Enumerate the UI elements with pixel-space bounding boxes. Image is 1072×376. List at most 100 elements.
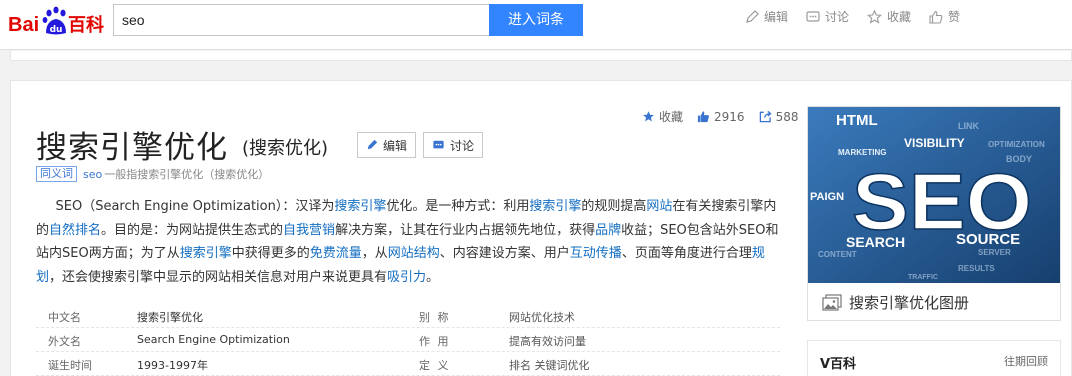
search-input[interactable] [113,4,490,36]
share-icon [759,110,772,123]
svg-text:TRAFFIC: TRAFFIC [908,274,938,281]
summary-text: 。目的是：为网站提供生态式的 [101,222,284,238]
summary-link[interactable]: 搜索引擎 [529,199,581,214]
info-value: 提高有效访问量 [509,335,586,348]
summary-text: 优化。是一种方式：利用 [386,199,530,214]
summary-text: 解决方案，让其在行业内占据领先地位，获得 [335,222,596,238]
info-row: 诞生时间 1993-1997年 定 义 排名 关键词优化 [36,352,780,376]
summary-text: SEO（Search Engine Optimization）：汉译为 [55,199,335,214]
summary-text: ，还会使搜索引擎中显示的网站相关信息对用户来说更具有 [49,269,388,285]
info-key: 诞生时间 [48,359,92,372]
summary-text: 中获得更多的 [231,246,310,261]
navigation-strip [10,51,1072,61]
summary-link[interactable]: 互动传播 [570,246,622,261]
share-stat[interactable]: 588 [759,108,799,125]
favorite-stat[interactable]: 收藏 [642,108,683,125]
summary-link[interactable]: 吸引力 [387,270,426,285]
thumb-up-filled-icon [697,111,709,123]
info-key: 作 用 [419,335,451,348]
discuss-button-label: 讨论 [450,138,475,153]
thumb-up-icon [929,10,943,24]
synonym-text: 一般指搜索引擎优化（搜索优化） [104,168,270,181]
top-actions: 编辑 讨论 收藏 赞 [745,8,978,25]
favorite-stat-label: 收藏 [659,110,684,124]
info-key: 中文名 [48,311,81,324]
edit-button[interactable]: 编辑 [357,132,417,158]
discuss-icon [806,10,820,22]
summary-link[interactable]: 网站 [646,199,672,214]
edit-button-label: 编辑 [383,138,408,153]
pencil-icon [746,9,759,23]
summary-body: SEO（Search Engine Optimization）：汉译为搜索引擎优… [36,199,779,285]
svg-text:du: du [50,25,63,35]
svg-text:OPTIMIZATION: OPTIMIZATION [988,140,1045,149]
synonym-badge: 同义词 [36,166,77,182]
summary-link[interactable]: 搜索引擎 [180,246,232,261]
album-caption[interactable]: 搜索引擎优化图册 [822,292,969,313]
info-key: 定 义 [419,359,451,372]
past-review-link[interactable]: 往期回顾 [1004,353,1048,369]
enter-entry-button[interactable]: 进入词条 [489,4,583,36]
top-bar: Bai du 百科 进入词条 编辑 讨论 收藏 赞 [0,0,1072,50]
svg-text:RESULTS: RESULTS [958,264,995,273]
svg-text:LINK: LINK [958,121,979,131]
share-count: 588 [775,109,799,124]
top-edit-action[interactable]: 编辑 [745,8,788,25]
paw-icon: du [42,6,66,35]
like-count: 2916 [714,109,745,124]
summary-link[interactable]: 免费流量 [310,246,362,261]
synonym-link[interactable]: seo [83,168,102,181]
svg-text:CONTENT: CONTENT [818,250,857,259]
entry-stats: 收藏 2916 588 [642,108,812,125]
like-stat[interactable]: 2916 [697,108,745,125]
logo-text-baike: 百科 [68,14,104,36]
image-gallery-icon [822,294,842,311]
album-card[interactable]: LINK OPTIMIZATION BODY CONTENT RESULTS T… [807,106,1061,321]
summary-link[interactable]: 网站结构 [388,246,440,261]
v-baike-title: V百科 [820,357,857,372]
top-favorite-label: 收藏 [887,10,912,24]
v-baike-panel: V百科 往期回顾 [807,340,1061,376]
top-like-action[interactable]: 赞 [929,8,960,25]
summary-text: 。 [426,269,440,285]
baidu-baike-logo[interactable]: Bai du 百科 [8,3,108,41]
album-caption-text: 搜索引擎优化图册 [849,294,970,312]
image-word-paign: PAIGN [810,191,844,203]
synonym-row: 同义词 seo 一般指搜索引擎优化（搜索优化） [36,166,269,182]
seo-word-cloud-image: LINK OPTIMIZATION BODY CONTENT RESULTS T… [808,107,1060,283]
star-icon [867,9,883,24]
entry-subtitle: (搜索优化) [242,138,329,159]
image-word-html: HTML [836,112,878,129]
top-edit-label: 编辑 [764,10,789,24]
summary-link[interactable]: 自我营销 [283,223,335,238]
svg-text:SERVER: SERVER [978,248,1011,257]
info-key: 别 称 [419,311,451,324]
discuss-icon [433,140,444,149]
info-value: 1993-1997年 [137,359,208,372]
info-value: 搜索引擎优化 [137,311,203,324]
summary-link[interactable]: 搜索引擎 [334,199,386,214]
discuss-button[interactable]: 讨论 [423,132,484,158]
summary-text: ，从 [361,246,388,261]
basic-info-table: 中文名 搜索引擎优化 别 称 网站优化技术 外文名 Search Engine … [36,304,780,376]
star-filled-icon [643,111,654,122]
top-favorite-action[interactable]: 收藏 [867,8,911,25]
info-key: 外文名 [48,335,81,348]
top-discuss-action[interactable]: 讨论 [806,8,849,25]
summary-text: 的规则提高 [581,199,647,214]
info-row: 中文名 搜索引擎优化 别 称 网站优化技术 [36,304,780,328]
info-row: 外文名 Search Engine Optimization 作 用 提高有效访… [36,328,780,352]
info-value: 排名 关键词优化 [509,359,590,372]
summary-text: 、页面等角度进行合理 [621,246,752,261]
logo-text-bai: Bai [8,14,39,36]
info-value: Search Engine Optimization [137,333,290,346]
summary-link[interactable]: 自然排名 [49,223,101,238]
summary-text: 、内容建设方案、用户 [439,246,570,261]
image-word-marketing: MARKETING [838,148,886,157]
entry-title: 搜索引擎优化 [36,130,228,166]
image-word-visibility: VISIBILITY [904,136,965,150]
summary-link[interactable]: 品牌 [595,223,621,238]
entry-summary: SEO（Search Engine Optimization）：汉译为搜索引擎优… [36,195,784,289]
image-word-source: SOURCE [956,231,1020,248]
image-word-search: SEARCH [846,234,905,250]
